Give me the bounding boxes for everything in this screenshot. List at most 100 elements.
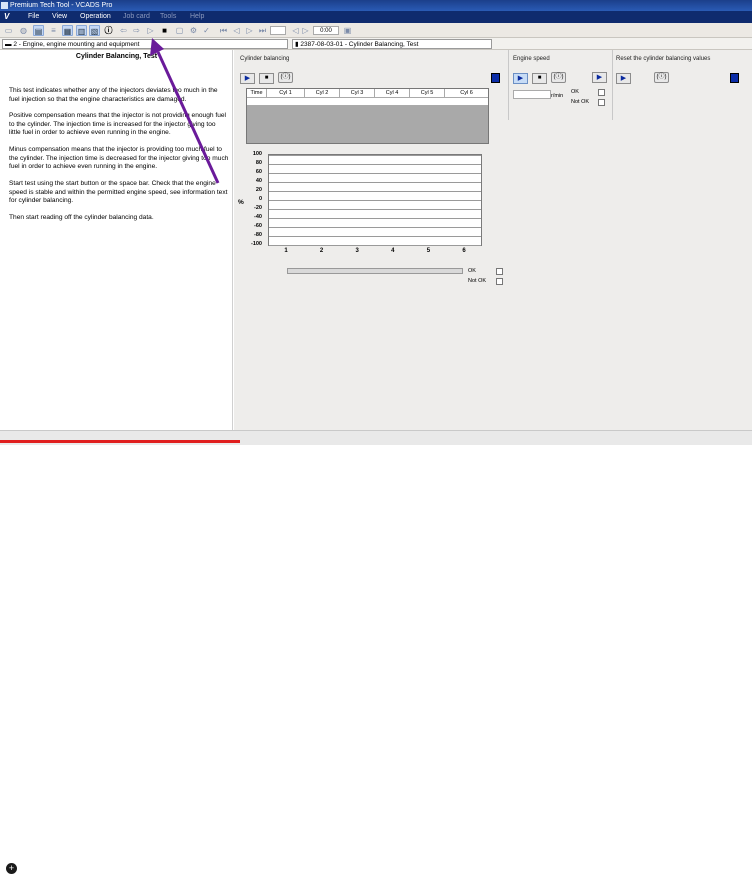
- grid-line: [269, 236, 481, 237]
- new-icon[interactable]: ▭: [3, 25, 14, 36]
- grid-line: [269, 155, 481, 156]
- y-tick-label: -100: [250, 241, 262, 247]
- list-icon[interactable]: ≡: [48, 25, 59, 36]
- column-header: Cyl 4: [375, 89, 410, 98]
- cylinder-balancing-title: Cylinder balancing: [240, 56, 290, 62]
- grid-line: [269, 173, 481, 174]
- test-panel: Cylinder balancing ▶ ■ (ⓘ) Time Cyl 1 Cy…: [234, 50, 752, 430]
- grid-line: [269, 209, 481, 210]
- grid-line: [269, 191, 481, 192]
- menu-operation[interactable]: Operation: [80, 13, 111, 20]
- grid-line: [269, 218, 481, 219]
- volvo-logo-icon: V: [4, 12, 10, 21]
- add-icon[interactable]: +: [6, 863, 17, 874]
- info-paragraph: Minus compensation means that the inject…: [9, 146, 229, 171]
- component-path: ▬ 2 - Engine, engine mounting and equipm…: [2, 39, 288, 49]
- x-tick-label: 2: [319, 248, 324, 254]
- record-icon[interactable]: ▣: [342, 25, 353, 36]
- ok-label: OK: [468, 268, 476, 274]
- grid-line: [269, 245, 481, 246]
- y-tick-label: 20: [255, 187, 262, 193]
- check-icon[interactable]: ✓: [201, 25, 212, 36]
- not-ok-checkbox[interactable]: [496, 278, 503, 285]
- info-heading: Cylinder Balancing, Test: [75, 53, 158, 60]
- start-button[interactable]: ▶: [240, 73, 255, 84]
- forward-arrow-icon[interactable]: ⇨: [131, 25, 142, 36]
- column-header: Cyl 6: [445, 89, 488, 98]
- reset-info-button[interactable]: (ⓘ): [654, 72, 669, 83]
- operation-path: ▮ 2387-08-03-01 - Cylinder Balancing, Te…: [292, 39, 492, 49]
- x-tick-label: 5: [426, 248, 431, 254]
- info-icon[interactable]: ⓘ: [103, 25, 114, 36]
- step-forward-icon[interactable]: ▷: [244, 25, 255, 36]
- x-tick-label: 4: [391, 248, 395, 254]
- window-title-bar: Premium Tech Tool - VCADS Pro: [0, 0, 752, 11]
- info-paragraph: Positive compensation means that the inj…: [9, 112, 226, 137]
- operation-path-label: 2387-08-03-01 - Cylinder Balancing, Test: [300, 41, 419, 48]
- menu-bar: V File View Operation Job card Tools Hel…: [0, 11, 752, 23]
- table-header: Time Cyl 1 Cyl 2 Cyl 3 Cyl 4 Cyl 5 Cyl 6: [247, 89, 488, 98]
- component-path-label: 2 - Engine, engine mounting and equipmen…: [13, 41, 140, 48]
- settings-icon[interactable]: ⚙: [188, 25, 199, 36]
- info-panel: Cylinder Balancing, Test This test indic…: [0, 50, 233, 430]
- video-progress-bar: [0, 440, 240, 443]
- open-icon[interactable]: ◍: [18, 25, 29, 36]
- engine-speed-ok-label: OK: [571, 89, 579, 95]
- menu-tools[interactable]: Tools: [160, 13, 176, 20]
- info-button[interactable]: (ⓘ): [278, 72, 293, 83]
- stop-icon[interactable]: ■: [159, 25, 170, 36]
- y-tick-label: 0: [258, 196, 262, 202]
- reset-start-button[interactable]: ▶: [616, 73, 631, 84]
- info-paragraph: Then start reading off the cylinder bala…: [9, 214, 154, 221]
- step-back-icon[interactable]: ◁: [231, 25, 242, 36]
- column-header: Cyl 3: [340, 89, 375, 98]
- time-field[interactable]: 0:00: [313, 26, 339, 35]
- stop-button[interactable]: ■: [259, 73, 274, 84]
- menu-view[interactable]: View: [52, 13, 67, 20]
- engine-speed-start-button[interactable]: ▶: [513, 73, 528, 84]
- x-tick-label: 3: [355, 248, 359, 254]
- divider: [612, 50, 613, 120]
- calibration-icon[interactable]: ▥: [76, 25, 87, 36]
- report-icon[interactable]: ▢: [174, 25, 185, 36]
- engine-speed-field[interactable]: [513, 90, 551, 99]
- grid-line: [269, 200, 481, 201]
- menu-help[interactable]: Help: [190, 13, 204, 20]
- y-tick-label: -40: [254, 214, 262, 220]
- column-header: Time: [247, 89, 267, 98]
- menu-file[interactable]: File: [28, 13, 39, 20]
- y-tick-label: -20: [254, 205, 262, 211]
- engine-speed-ok-checkbox[interactable]: [598, 89, 605, 96]
- engine-speed-not-ok-checkbox[interactable]: [598, 99, 605, 106]
- info-paragraph: This test indicates whether any of the i…: [9, 87, 218, 103]
- engine-speed-stop-button[interactable]: ■: [532, 73, 547, 84]
- rewind-icon[interactable]: ⏮: [218, 25, 229, 36]
- menu-job-card[interactable]: Job card: [123, 13, 150, 20]
- y-tick-label: 40: [255, 178, 262, 184]
- grid-line: [269, 164, 481, 165]
- engine-speed-unit: r/min: [551, 93, 564, 99]
- y-tick-label: 60: [255, 169, 262, 175]
- engine-speed-next-button[interactable]: ▶: [592, 72, 607, 83]
- test-icon[interactable]: ▦: [62, 25, 73, 36]
- toolbar: ▭ ◍ ▤ ≡ ▦ ▥ ▧ ⓘ ⇦ ⇨ ▷ ■ ▢ ⚙ ✓ ⏮ ◁ ▷ ⏭ ◁ …: [0, 23, 752, 38]
- divider: [508, 50, 509, 120]
- column-header: Cyl 1: [267, 89, 305, 98]
- engine-speed-info-button[interactable]: (ⓘ): [551, 72, 566, 83]
- y-axis-label: %: [238, 199, 244, 206]
- y-tick-label: 100: [252, 151, 262, 157]
- next-icon[interactable]: ▷: [300, 25, 311, 36]
- info-paragraph: Start test using the start button or the…: [9, 180, 228, 205]
- balancing-table: Time Cyl 1 Cyl 2 Cyl 3 Cyl 4 Cyl 5 Cyl 6: [246, 88, 489, 144]
- y-tick-label: -80: [254, 232, 262, 238]
- end-icon[interactable]: ⏭: [257, 25, 268, 36]
- ok-checkbox[interactable]: [496, 268, 503, 275]
- back-arrow-icon[interactable]: ⇦: [118, 25, 129, 36]
- column-header: Cyl 5: [410, 89, 445, 98]
- play-icon[interactable]: ▷: [145, 25, 156, 36]
- zoom-field[interactable]: [270, 26, 286, 35]
- program-icon[interactable]: ▧: [89, 25, 100, 36]
- app-icon: [1, 2, 8, 9]
- product-icon[interactable]: ▤: [33, 25, 44, 36]
- reset-title: Reset the cylinder balancing values: [616, 56, 711, 62]
